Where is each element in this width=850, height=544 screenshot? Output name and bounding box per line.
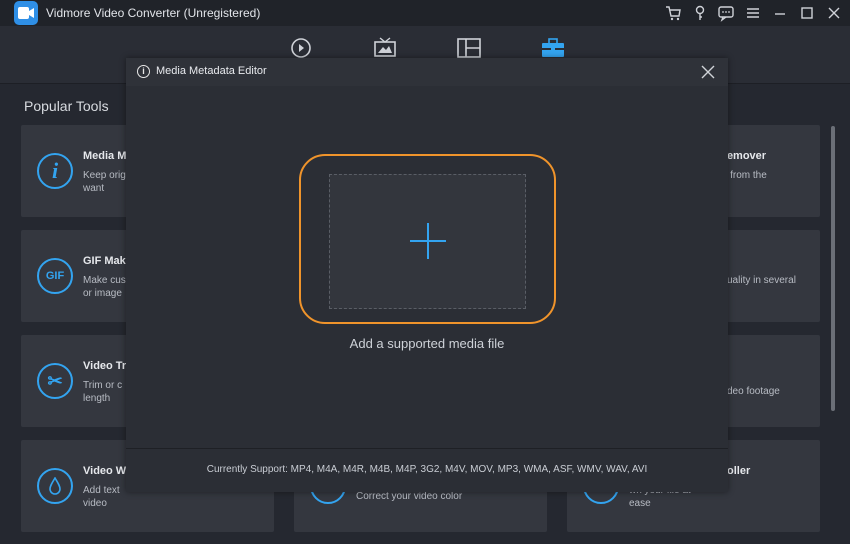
info-icon: i xyxy=(37,153,73,189)
popular-tools-title: Popular Tools xyxy=(24,98,109,114)
key-icon[interactable] xyxy=(691,4,709,22)
feedback-icon[interactable] xyxy=(717,4,735,22)
media-metadata-editor-dialog: i Media Metadata Editor Add a supported … xyxy=(126,58,728,492)
mv-icon[interactable] xyxy=(372,36,398,60)
add-file-label: Add a supported media file xyxy=(349,336,505,351)
supported-formats-text: Currently Support: MP4, M4A, M4R, M4B, M… xyxy=(206,464,648,475)
card-desc: uality in several xyxy=(727,275,796,286)
info-icon: i xyxy=(137,65,150,78)
title-bar: Vidmore Video Converter (Unregistered) xyxy=(0,0,850,26)
plus-icon[interactable] xyxy=(408,221,448,261)
card-title: oller xyxy=(727,465,751,477)
dialog-title: Media Metadata Editor xyxy=(156,65,267,77)
gif-icon: GIF xyxy=(37,258,73,294)
collage-icon[interactable] xyxy=(456,36,482,60)
toolbox-icon[interactable] xyxy=(540,36,566,60)
maximize-icon[interactable] xyxy=(798,4,816,22)
converter-icon[interactable] xyxy=(288,36,314,60)
add-file-zone[interactable] xyxy=(299,154,556,324)
card-title: Video W xyxy=(83,465,127,477)
dialog-header: i Media Metadata Editor xyxy=(126,58,728,86)
card-desc: deo footage xyxy=(727,386,780,397)
close-icon[interactable] xyxy=(700,64,716,80)
app-logo xyxy=(14,1,38,25)
scissors-icon: ✂ xyxy=(37,363,73,399)
menu-icon[interactable] xyxy=(744,4,762,22)
card-desc: rk from the xyxy=(719,170,767,181)
cart-icon[interactable] xyxy=(664,4,682,22)
scrollbar[interactable] xyxy=(831,126,835,411)
divider xyxy=(126,448,728,449)
card-title: GIF Mak xyxy=(83,255,126,267)
close-icon[interactable] xyxy=(825,4,843,22)
droplet-icon xyxy=(37,468,73,504)
app-title: Vidmore Video Converter (Unregistered) xyxy=(46,6,261,20)
drop-area[interactable] xyxy=(329,174,526,309)
card-title: Media M xyxy=(83,150,127,162)
card-title: Video Tr xyxy=(83,360,127,372)
minimize-icon[interactable] xyxy=(771,4,789,22)
